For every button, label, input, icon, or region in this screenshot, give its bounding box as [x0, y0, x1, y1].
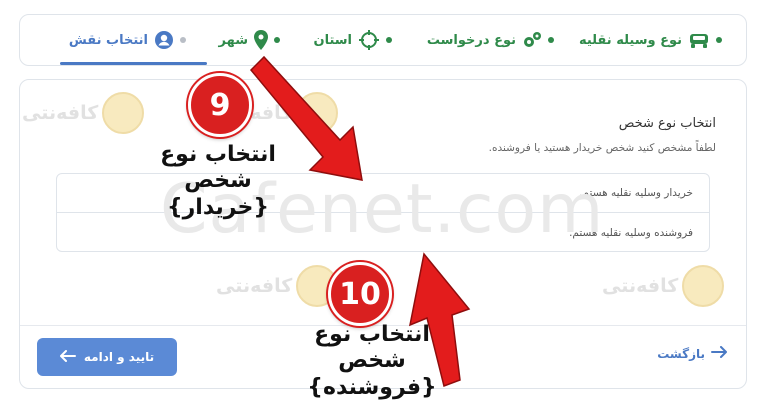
- back-button[interactable]: بازگشت: [657, 346, 727, 361]
- crosshair-icon: [358, 29, 380, 51]
- annotation-line1: انتخاب نوع شخص: [160, 142, 276, 194]
- cafe-logo-icon: [102, 92, 145, 134]
- step-dot: [548, 37, 554, 43]
- annotation-label-seller: انتخاب نوع شخص {فروشنده}: [282, 322, 462, 401]
- card-subtitle: لطفاً مشخص کنید شخص خریدار هستید یا فروش…: [488, 142, 716, 154]
- annotation-line1: انتخاب نوع شخص: [314, 322, 430, 374]
- annotation-line2: {فروشنده}: [307, 374, 437, 400]
- watermark-logo: کافه‌نتی: [602, 265, 725, 307]
- step-request-type[interactable]: نوع درخواست: [427, 15, 554, 65]
- cafe-logo-icon: [682, 265, 725, 307]
- step-label: نوع وسیله نقلیه: [578, 32, 682, 48]
- annotation-label-buyer: انتخاب نوع شخص {خریدار}: [128, 142, 308, 221]
- map-pin-icon: [254, 30, 268, 50]
- watermark-brand: کافه‌نتی: [22, 102, 99, 124]
- watermark-brand: کافه‌نتی: [216, 275, 293, 297]
- stepper: نوع وسیله نقلیه نوع درخواست استان شهر ان…: [19, 14, 747, 66]
- step-label: استان: [313, 32, 352, 48]
- step-dot: [716, 37, 722, 43]
- gears-icon: [522, 31, 542, 49]
- watermark-brand: کافه‌نتی: [602, 275, 679, 297]
- badge-number: 10: [339, 276, 381, 312]
- step-dot: [274, 37, 280, 43]
- step-label: شهر: [218, 32, 248, 48]
- back-label: بازگشت: [657, 346, 705, 361]
- arrow-right-icon: [711, 346, 727, 361]
- step-label: انتخاب نقش: [68, 32, 148, 48]
- car-icon: [688, 31, 710, 49]
- step-role-select[interactable]: انتخاب نقش: [69, 15, 186, 65]
- step-vehicle-type[interactable]: نوع وسیله نقلیه: [579, 15, 722, 65]
- annotation-badge-9: 9: [188, 73, 252, 137]
- watermark-logo: کافه‌نتی: [216, 265, 339, 307]
- arrow-left-icon: [59, 349, 76, 365]
- step-dot: [180, 37, 186, 43]
- user-circle-icon: [154, 30, 174, 50]
- step-province[interactable]: استان: [313, 15, 392, 65]
- annotation-line2: {خریدار}: [166, 194, 270, 220]
- confirm-continue-button[interactable]: تایید و ادامه: [37, 338, 177, 376]
- annotation-badge-10: 10: [328, 262, 392, 326]
- step-label: نوع درخواست: [426, 32, 516, 48]
- active-step-underline: [60, 62, 207, 65]
- watermark-logo: کافه‌نتی: [22, 92, 145, 134]
- step-city[interactable]: شهر: [219, 15, 280, 65]
- step-dot: [386, 37, 392, 43]
- confirm-label: تایید و ادامه: [83, 350, 155, 364]
- badge-number: 9: [209, 87, 231, 123]
- card-title: انتخاب نوع شخص: [618, 116, 716, 131]
- cafe-logo-icon: [296, 92, 339, 134]
